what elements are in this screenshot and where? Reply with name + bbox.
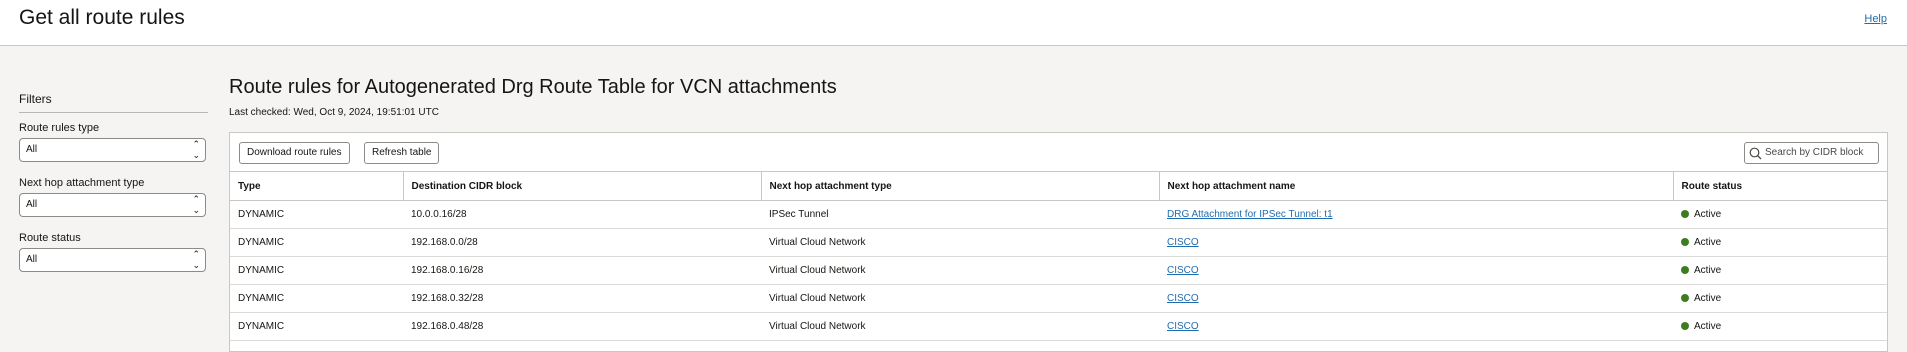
table-row: DYNAMIC 192.168.0.48/28 Virtual Cloud Ne… (230, 312, 1887, 341)
column-header-next-hop-type[interactable]: Next hop attachment type (761, 172, 1160, 201)
status-label: Active (1694, 293, 1722, 304)
cidr-cell: 192.168.0.0/28 (403, 228, 761, 257)
filters-title: Filters (19, 92, 208, 113)
column-header-next-hop-name[interactable]: Next hop attachment name (1159, 172, 1674, 201)
select-arrows-icon: ⌃ ⌄ (192, 249, 200, 270)
cidr-cell: 192.168.0.16/28 (403, 256, 761, 285)
filters-panel: Filters Route rules type All ⌃ ⌄ Next hop… (19, 92, 208, 287)
route-status-cell: Active (1673, 200, 1887, 229)
column-header-route-status[interactable]: Route status (1673, 172, 1887, 201)
select-arrows-icon: ⌃ ⌄ (192, 139, 200, 160)
cidr-cell: 192.168.0.48/28 (403, 312, 761, 341)
next-hop-type-value: All (26, 199, 38, 210)
route-status-value: All (26, 254, 38, 265)
status-active-icon (1681, 294, 1689, 302)
table-row: DYNAMIC 192.168.0.32/28 Virtual Cloud Ne… (230, 284, 1887, 313)
type-cell: DYNAMIC (230, 228, 403, 257)
next-hop-type-cell: Virtual Cloud Network (761, 312, 1159, 341)
route-rules-type-value: All (26, 144, 38, 155)
next-hop-type-cell: IPSec Tunnel (761, 200, 1159, 229)
column-header-type[interactable]: Type (230, 172, 404, 201)
next-hop-name-link[interactable]: CISCO (1167, 265, 1199, 276)
next-hop-name-link[interactable]: CISCO (1167, 321, 1199, 332)
next-hop-name-cell: CISCO (1159, 228, 1673, 257)
cidr-search-input[interactable]: Search by CIDR block (1744, 142, 1879, 164)
status-label: Active (1694, 237, 1722, 248)
select-arrows-icon: ⌃ ⌄ (192, 194, 200, 215)
next-hop-name-cell: CISCO (1159, 284, 1673, 313)
refresh-table-button[interactable]: Refresh table (364, 142, 440, 164)
cidr-cell: 192.168.0.32/28 (403, 284, 761, 313)
search-placeholder: Search by CIDR block (1765, 147, 1864, 158)
route-status-cell: Active (1673, 284, 1887, 313)
next-hop-type-cell: Virtual Cloud Network (761, 256, 1159, 285)
table-header-row: Type Destination CIDR block Next hop att… (230, 172, 1887, 201)
route-status-cell: Active (1673, 312, 1887, 341)
status-label: Active (1694, 321, 1722, 332)
page-title: Get all route rules (19, 6, 185, 29)
type-cell: DYNAMIC (230, 200, 403, 229)
status-label: Active (1694, 265, 1722, 276)
type-cell: DYNAMIC (230, 284, 403, 313)
main-content: Route rules for Autogenerated Drg Route … (229, 76, 1888, 352)
download-route-rules-button[interactable]: Download route rules (239, 142, 350, 164)
next-hop-name-link[interactable]: DRG Attachment for IPSec Tunnel: t1 (1167, 209, 1333, 220)
route-status-select[interactable]: All ⌃ ⌄ (19, 248, 206, 272)
search-icon (1749, 147, 1762, 160)
route-status-label: Route status (19, 232, 81, 244)
status-active-icon (1681, 238, 1689, 246)
status-active-icon (1681, 322, 1689, 330)
route-rules-table-card: Download route rules Refresh table Searc… (229, 132, 1888, 352)
route-rules-table: Type Destination CIDR block Next hop att… (230, 172, 1887, 341)
next-hop-name-cell: CISCO (1159, 256, 1673, 285)
status-active-icon (1681, 266, 1689, 274)
type-cell: DYNAMIC (230, 256, 403, 285)
table-row: DYNAMIC 192.168.0.16/28 Virtual Cloud Ne… (230, 256, 1887, 285)
page-header: Get all route rules Help (0, 0, 1907, 46)
next-hop-name-link[interactable]: CISCO (1167, 293, 1199, 304)
route-table-title: Route rules for Autogenerated Drg Route … (229, 76, 837, 98)
table-row: DYNAMIC 10.0.0.16/28 IPSec Tunnel DRG At… (230, 200, 1887, 229)
next-hop-name-link[interactable]: CISCO (1167, 237, 1199, 248)
next-hop-type-select[interactable]: All ⌃ ⌄ (19, 193, 206, 217)
status-active-icon (1681, 210, 1689, 218)
help-link[interactable]: Help (1864, 13, 1887, 25)
route-status-cell: Active (1673, 256, 1887, 285)
status-label: Active (1694, 209, 1722, 220)
cidr-cell: 10.0.0.16/28 (403, 200, 761, 229)
table-toolbar: Download route rules Refresh table Searc… (230, 133, 1887, 172)
next-hop-name-cell: CISCO (1159, 312, 1673, 341)
last-checked: Last checked: Wed, Oct 9, 2024, 19:51:01… (229, 107, 439, 118)
next-hop-name-cell: DRG Attachment for IPSec Tunnel: t1 (1159, 200, 1673, 229)
type-cell: DYNAMIC (230, 312, 403, 341)
next-hop-type-label: Next hop attachment type (19, 177, 145, 189)
column-header-destination[interactable]: Destination CIDR block (403, 172, 762, 201)
route-status-cell: Active (1673, 228, 1887, 257)
next-hop-type-cell: Virtual Cloud Network (761, 284, 1159, 313)
route-rules-type-label: Route rules type (19, 122, 100, 134)
route-rules-type-select[interactable]: All ⌃ ⌄ (19, 138, 206, 162)
table-row: DYNAMIC 192.168.0.0/28 Virtual Cloud Net… (230, 228, 1887, 257)
next-hop-type-cell: Virtual Cloud Network (761, 228, 1159, 257)
